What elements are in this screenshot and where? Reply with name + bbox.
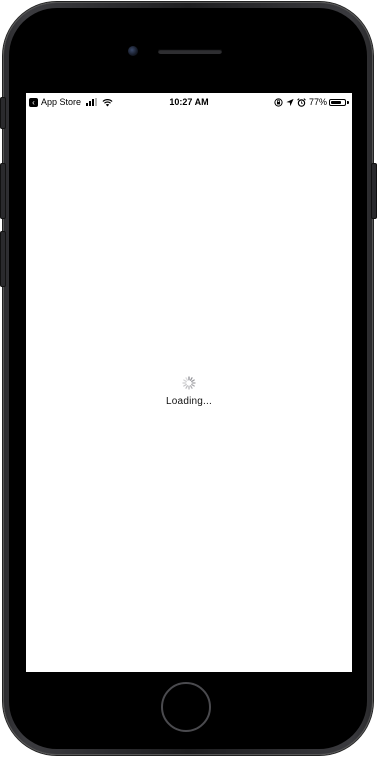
loading-text: Loading... — [166, 396, 212, 407]
spinner-spoke — [189, 377, 193, 381]
power-button — [371, 163, 377, 219]
spinner-spoke — [191, 379, 195, 383]
spinner-spoke — [185, 385, 189, 389]
spinner-spoke — [183, 379, 187, 383]
mute-switch — [0, 97, 6, 129]
spinner-spoke — [191, 383, 195, 387]
spinner-spoke — [185, 377, 189, 381]
location-arrow-icon — [286, 98, 294, 106]
spinner-spoke — [189, 385, 193, 389]
orientation-lock-icon — [274, 97, 283, 107]
status-bar-right: 77% — [274, 96, 349, 108]
loading-indicator: Loading... — [26, 375, 352, 407]
status-bar: ‹ App Store 10:27 AM 77% — [26, 93, 352, 111]
volume-down-button — [0, 231, 6, 287]
battery-fill — [331, 100, 341, 104]
alarm-icon — [297, 97, 306, 107]
battery-percent: 77% — [308, 97, 327, 107]
home-button[interactable] — [161, 682, 211, 732]
activity-spinner-icon — [182, 376, 196, 390]
battery-icon — [329, 98, 346, 106]
front-camera — [128, 46, 138, 56]
phone-screen: ‹ App Store 10:27 AM 77% Loading... — [26, 93, 352, 672]
spinner-spoke — [183, 383, 187, 387]
battery-tip — [347, 100, 349, 104]
earpiece-speaker — [158, 49, 222, 54]
volume-up-button — [0, 163, 6, 219]
